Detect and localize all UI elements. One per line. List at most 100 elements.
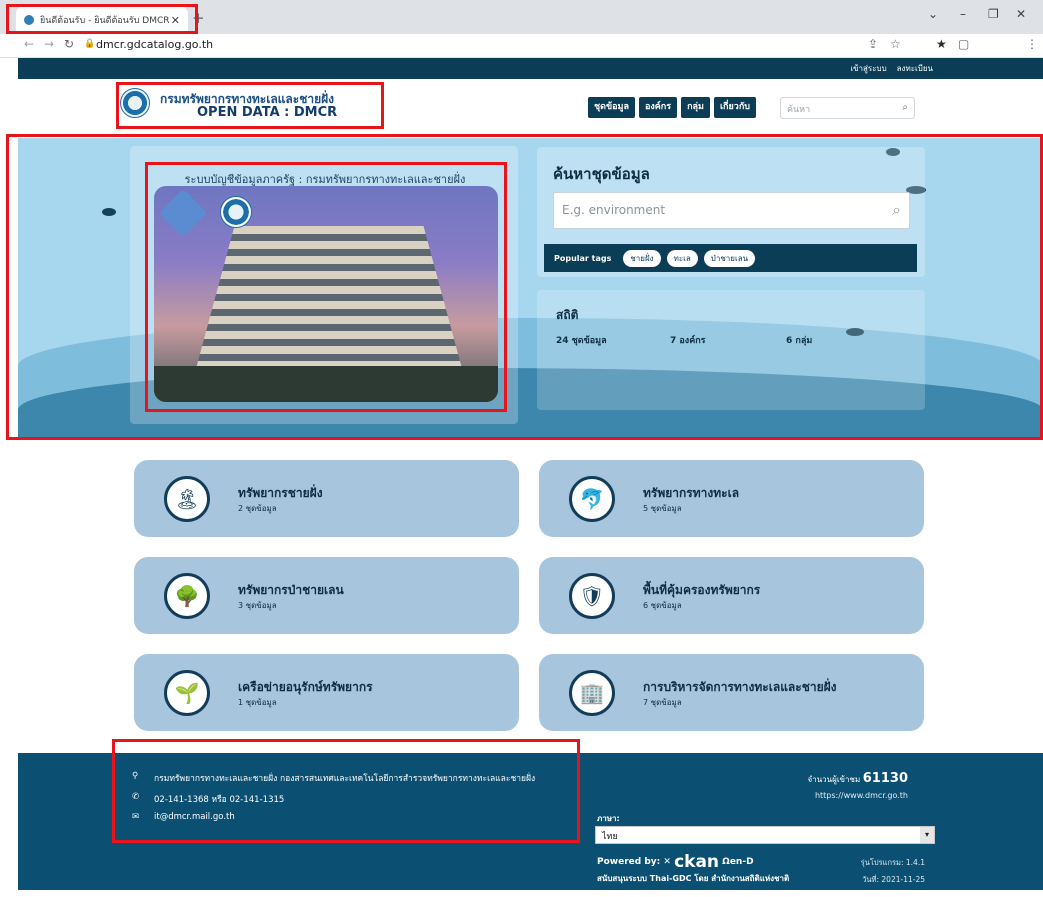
version-text: รุ่นโปรแกรม: 1.4.1 — [860, 858, 925, 867]
powered-by: Powered by: ✕ ckan Ωen-D — [597, 852, 754, 872]
new-tab-button[interactable]: + — [192, 9, 205, 27]
tag-pill[interactable]: ชายฝั่ง — [623, 249, 661, 267]
footer-phone: ✆ 02-141-1368 หรือ 02-141-1315 — [132, 792, 284, 806]
email-link[interactable]: it@dmcr.mail.go.th — [154, 812, 235, 822]
dataset-search-placeholder: E.g. environment — [562, 203, 666, 217]
group-title: การบริหารจัดการทางทะเลและชายฝั่ง — [643, 680, 837, 694]
group-card-conservation-network[interactable]: 🌱 เครือข่ายอนุรักษ์ทรัพยากร 1 ชุดข้อมูล — [134, 654, 519, 731]
group-card-protected-area[interactable]: 🛡 พื้นที่คุ้มครองทรัพยากร 6 ชุดข้อมูล — [539, 557, 924, 634]
group-title: พื้นที่คุ้มครองทรัพยากร — [643, 583, 761, 597]
building-ground — [154, 366, 498, 402]
popular-tags-label: Popular tags — [554, 253, 612, 263]
close-window-button[interactable]: ✕ — [1016, 7, 1026, 21]
building-photo — [154, 186, 498, 402]
dolphin-icon: 🐬 — [569, 476, 615, 522]
tag-pill[interactable]: ทะเล — [666, 249, 698, 267]
map-pin-icon: ⚲ — [132, 771, 139, 781]
ckan-logo-icon[interactable]: ✕ — [663, 857, 671, 867]
site-top-strip: เข้าสู่ระบบ ลงทะเบียน — [18, 58, 1043, 79]
register-link[interactable]: ลงทะเบียน — [897, 62, 933, 75]
visitor-label: จำนวนผู้เข้าชม — [807, 775, 861, 784]
building-chart-icon: 🏢 — [569, 670, 615, 716]
minimize-button[interactable]: – — [960, 7, 966, 21]
extension-icon[interactable]: ★ — [936, 37, 947, 51]
header-search-input[interactable]: ค้นหา ⌕ — [780, 97, 915, 119]
header-search-placeholder: ค้นหา — [787, 105, 811, 115]
group-card-coastal[interactable]: 🏝 ทรัพยากรชายฝั่ง 2 ชุดข้อมูล — [134, 460, 519, 537]
tag-pill[interactable]: ป่าชายเลน — [703, 249, 756, 267]
back-arrow-icon[interactable]: ← — [24, 37, 34, 51]
version-date: วันที่: 2021-11-25 — [862, 875, 925, 884]
browser-tab-bar: ยินดีต้อนรับ - ยินดีต้อนรับ DMCR ✕ + ⌄ –… — [0, 0, 1043, 34]
popular-tags-bar: Popular tags ชายฝั่ง ทะเล ป่าชายเลน — [544, 244, 917, 272]
sidebar-icon[interactable]: ▢ — [958, 37, 969, 51]
nav-datasets[interactable]: ชุดข้อมูล — [588, 97, 635, 118]
group-card-management[interactable]: 🏢 การบริหารจัดการทางทะเลและชายฝั่ง 7 ชุด… — [539, 654, 924, 731]
browser-tab[interactable]: ยินดีต้อนรับ - ยินดีต้อนรับ DMCR ✕ — [16, 6, 188, 34]
lock-icon[interactable]: 🔒 — [84, 39, 95, 49]
search-icon[interactable]: ⌕ — [902, 102, 908, 113]
phone-icon: ✆ — [132, 792, 140, 802]
stats-panel — [537, 290, 925, 410]
footer-email: ✉ it@dmcr.mail.go.th — [132, 812, 235, 822]
group-card-marine[interactable]: 🐬 ทรัพยากรทางทะเล 5 ชุดข้อมูล — [539, 460, 924, 537]
language-value: ไทย — [602, 832, 618, 842]
nav-groups[interactable]: กลุ่ม — [681, 97, 710, 118]
language-label: ภาษา: — [597, 814, 620, 823]
nav-organizations[interactable]: องค์กร — [638, 97, 678, 118]
dmcr-logo[interactable] — [120, 88, 150, 118]
phone-text: 02-141-1368 หรือ 02-141-1315 — [154, 795, 285, 805]
stat-groups[interactable]: 6 กลุ่ม — [786, 333, 812, 347]
group-title: ทรัพยากรชายฝั่ง — [238, 486, 323, 500]
group-count: 2 ชุดข้อมูล — [238, 504, 277, 513]
stat-datasets[interactable]: 24 ชุดข้อมูล — [556, 333, 607, 347]
fish-icon — [102, 208, 116, 216]
main-nav: ชุดข้อมูล องค์กร กลุ่ม เกี่ยวกับ — [588, 97, 756, 118]
building-facade — [194, 226, 464, 376]
site-title-english[interactable]: OPEN DATA : DMCR — [197, 105, 337, 120]
group-count: 5 ชุดข้อมูล — [643, 504, 682, 513]
ckan-logo-text[interactable]: ckan — [674, 852, 719, 872]
island-icon: 🏝 — [164, 476, 210, 522]
dmcr-seal-logo — [220, 196, 252, 228]
browser-menu-icon[interactable]: ⋮ — [1026, 37, 1038, 51]
mangrove-icon: 🌳 — [164, 573, 210, 619]
shield-leaf-icon: 🛡 — [569, 573, 615, 619]
language-select[interactable]: ไทย ▾ — [595, 826, 935, 844]
group-title: เครือข่ายอนุรักษ์ทรัพยากร — [238, 680, 373, 694]
group-count: 3 ชุดข้อมูล — [238, 601, 277, 610]
site-favicon-icon — [24, 15, 34, 25]
group-count: 7 ชุดข้อมูล — [643, 698, 682, 707]
stats-title: สถิติ — [556, 308, 579, 322]
share-icon[interactable]: ⇪ — [868, 37, 878, 51]
reload-icon[interactable]: ↻ — [64, 37, 74, 51]
tab-close-icon[interactable]: ✕ — [171, 14, 180, 27]
group-card-mangrove[interactable]: 🌳 ทรัพยากรป่าชายเลน 3 ชุดข้อมูล — [134, 557, 519, 634]
chevron-down-icon[interactable]: ▾ — [920, 827, 934, 843]
tab-title: ยินดีต้อนรับ - ยินดีต้อนรับ DMCR — [40, 16, 170, 26]
group-count: 1 ชุดข้อมูล — [238, 698, 277, 707]
url-field[interactable]: dmcr.gdcatalog.go.th — [96, 38, 213, 51]
group-title: ทรัพยากรป่าชายเลน — [238, 583, 344, 597]
forward-arrow-icon[interactable]: → — [44, 37, 54, 51]
stat-organizations[interactable]: 7 องค์กร — [670, 333, 706, 347]
tab-search-icon[interactable]: ⌄ — [928, 7, 938, 21]
dataset-search-input[interactable]: E.g. environment ⌕ — [553, 192, 910, 229]
opend-logo[interactable]: Ωen-D — [722, 857, 753, 867]
dataset-search-title: ค้นหาชุดข้อมูล — [553, 165, 650, 183]
envelope-icon: ✉ — [132, 812, 140, 822]
hand-plant-icon: 🌱 — [164, 670, 210, 716]
powered-by-label: Powered by: — [597, 857, 661, 867]
address-bar: ← → ↻ 🔒 dmcr.gdcatalog.go.th ⇪ ☆ ★ ▢ ⋮ — [0, 34, 1043, 58]
address-text: กรมทรัพยากรทางทะเลและชายฝั่ง กองสารสนเทศ… — [154, 774, 536, 784]
maximize-button[interactable]: ❐ — [988, 7, 999, 21]
footer-address: ⚲ กรมทรัพยากรทางทะเลและชายฝั่ง กองสารสนเ… — [132, 771, 535, 785]
bookmark-star-icon[interactable]: ☆ — [890, 37, 901, 51]
search-icon[interactable]: ⌕ — [892, 200, 901, 220]
support-text: สนับสนุนระบบ Thai-GDC โดย สำนักงานสถิติแ… — [597, 874, 790, 883]
login-link[interactable]: เข้าสู่ระบบ — [850, 62, 886, 75]
visitor-count: 61130 — [862, 771, 908, 786]
group-title: ทรัพยากรทางทะเล — [643, 486, 740, 500]
dmcr-website-link[interactable]: https://www.dmcr.go.th — [815, 791, 908, 800]
nav-about[interactable]: เกี่ยวกับ — [713, 97, 756, 118]
